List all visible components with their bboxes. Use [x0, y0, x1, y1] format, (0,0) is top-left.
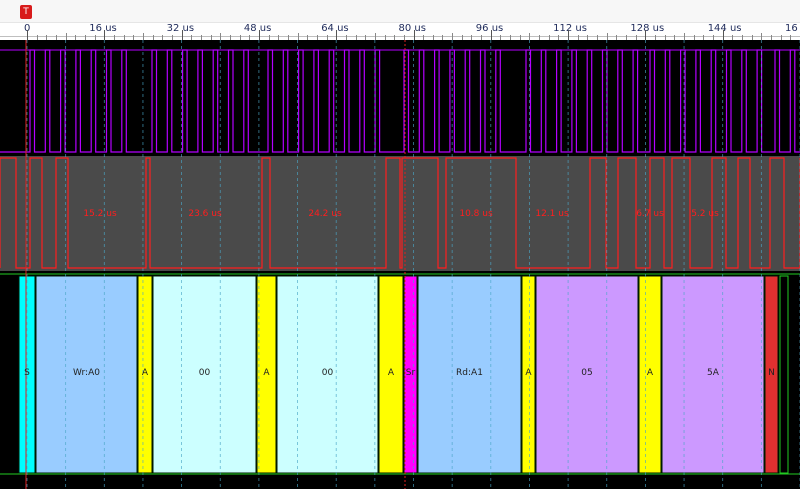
ruler-major-tick	[104, 30, 106, 40]
ruler-minor-tick	[606, 33, 608, 40]
protocol-frame-label[interactable]: S	[24, 368, 30, 378]
protocol-frame-label[interactable]: Wr:A0	[73, 368, 100, 378]
ruler-tick-label: 16	[785, 23, 798, 34]
protocol-frame-label[interactable]: 05	[581, 368, 592, 378]
protocol-frame-label[interactable]: 00	[199, 368, 210, 378]
pulse-duration-label: 12.1 us	[535, 209, 569, 219]
logic-analyzer-traces[interactable]	[0, 40, 800, 489]
protocol-frame-label[interactable]: 5A	[707, 368, 719, 378]
protocol-frame-label[interactable]: A	[388, 368, 394, 378]
pulse-duration-label: 23.6 us	[188, 209, 222, 219]
time-ruler[interactable]: 0 16 us 32 us 48 us 64 us 80 us 96 us 112 us 128…	[0, 0, 800, 40]
ruler-minor-tick	[529, 33, 531, 40]
protocol-tail	[779, 275, 789, 474]
ruler-tick-label: 112 us	[553, 23, 587, 34]
ruler-minor-tick	[65, 33, 67, 40]
ruler-header-band	[0, 0, 800, 23]
ruler-major-tick	[568, 30, 570, 40]
ruler-tick-label: 64 us	[321, 23, 349, 34]
trigger-cursor-label[interactable]: T	[20, 5, 32, 19]
ruler-major-tick	[336, 30, 338, 40]
ruler-minor-tick	[142, 33, 144, 40]
pulse-duration-label: 5.2 us	[691, 209, 719, 219]
ruler-minor-tick	[684, 33, 686, 40]
ruler-minor-tick	[220, 33, 222, 40]
ruler-minor-tick	[297, 33, 299, 40]
ruler-minor-tick	[452, 33, 454, 40]
ruler-tick-label: 16 us	[89, 23, 117, 34]
ruler-baseline	[0, 36, 800, 37]
protocol-frame-label[interactable]: A	[263, 368, 269, 378]
protocol-frame-label[interactable]: A	[647, 368, 653, 378]
ruler-tick-label: 48 us	[243, 23, 272, 34]
ruler-major-tick	[181, 30, 183, 40]
ruler-major-tick	[413, 30, 415, 40]
protocol-frame-label[interactable]: Rd:A1	[456, 368, 483, 378]
pulse-duration-label: 6.7 us	[636, 209, 664, 219]
pulse-duration-label: 15.2 us	[83, 209, 117, 219]
pulse-duration-label: 24.2 us	[308, 209, 342, 219]
ruler-major-tick	[490, 30, 492, 40]
ruler-minor-tick	[761, 33, 763, 40]
ruler-major-tick	[722, 30, 724, 40]
protocol-frame-label[interactable]: A	[142, 368, 148, 378]
ruler-tick-label: 144 us	[707, 23, 742, 34]
ruler-major-tick	[27, 30, 28, 40]
pulse-duration-label: 10.8 us	[459, 209, 493, 219]
ruler-tick-label: 96 us	[475, 23, 504, 34]
ruler-tick-label: 32 us	[166, 23, 195, 34]
ruler-tick-label: 128 us	[630, 23, 665, 34]
ruler-tick-label: 80 us	[398, 23, 426, 34]
ruler-major-tick	[645, 30, 647, 40]
protocol-frame-label[interactable]: A	[525, 368, 531, 378]
protocol-frame-label[interactable]: Sr	[406, 368, 415, 378]
ruler-major-tick	[258, 30, 260, 40]
protocol-frame-label[interactable]: N	[768, 368, 775, 378]
protocol-frame-label[interactable]: 00	[322, 368, 333, 378]
ruler-minor-tick	[374, 33, 376, 40]
